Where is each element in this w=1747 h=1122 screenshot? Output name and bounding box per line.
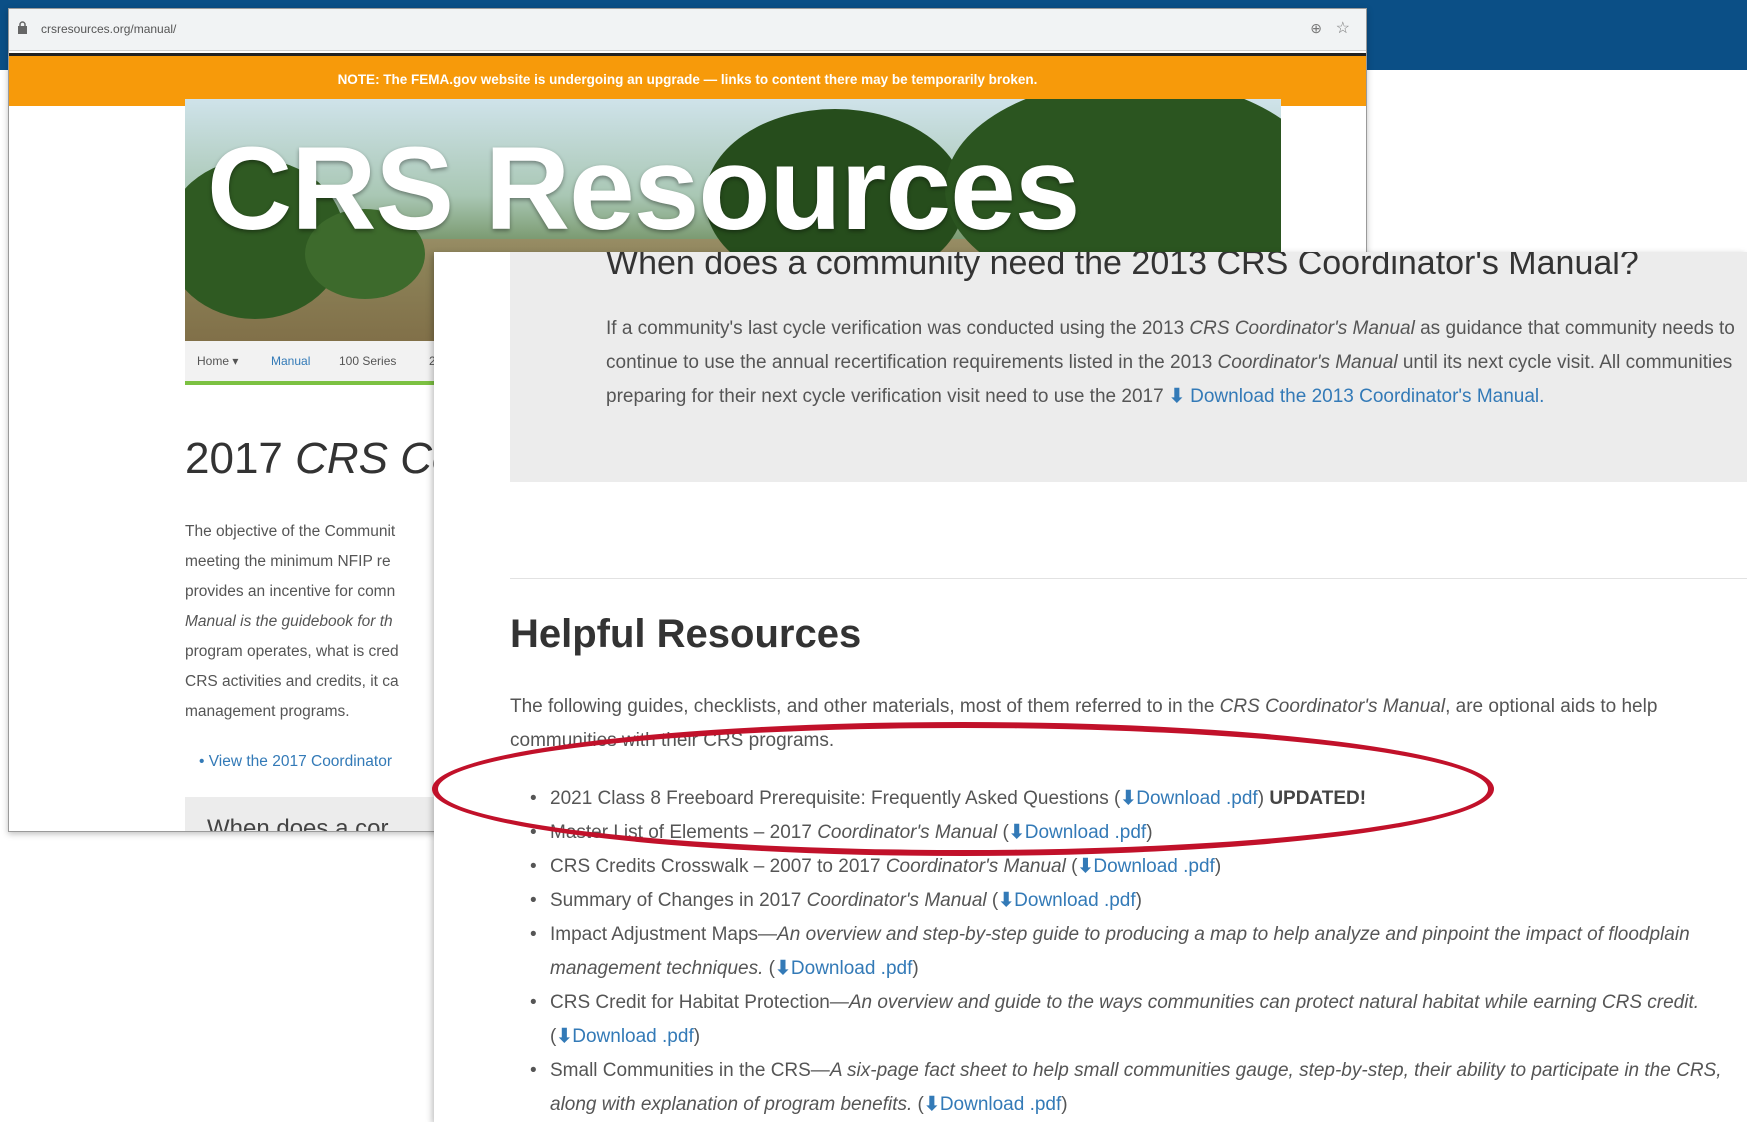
helpful-resources-heading: Helpful Resources: [510, 612, 862, 656]
nav-manual[interactable]: Manual: [271, 354, 310, 368]
callout-heading: When does a community need the 2013 CRS …: [606, 252, 1639, 282]
download-icon: ⬇: [1168, 386, 1185, 407]
download-icon: ⬇: [556, 1026, 573, 1047]
address-bar[interactable]: crsresources.org/manual/ ⊕ ☆: [9, 9, 1366, 51]
nav-home[interactable]: Home ▾: [197, 354, 238, 368]
callout-paragraph: If a community's last cycle verification…: [606, 318, 1735, 407]
download-pdf-link[interactable]: ⬇Download .pdf: [1077, 856, 1214, 877]
intro-paragraph: The objective of the Communit meeting th…: [185, 523, 399, 720]
bookmark-star-icon[interactable]: ☆: [1336, 18, 1350, 38]
url-text[interactable]: crsresources.org/manual/: [41, 22, 176, 36]
manual-callout: When does a community need the 2013 CRS …: [510, 252, 1747, 482]
page-title: 2017 CRS Co: [185, 434, 457, 483]
divider: [510, 578, 1747, 579]
download-pdf-link[interactable]: ⬇Download .pdf: [998, 890, 1135, 911]
download-icon: ⬇: [1077, 856, 1094, 877]
list-item: Small Communities in the CRS—A six-page …: [522, 1054, 1747, 1122]
list-item: CRS Credits Crosswalk – 2007 to 2017 Coo…: [522, 850, 1747, 884]
list-item: Summary of Changes in 2017 Coordinator's…: [522, 884, 1747, 918]
view-2017-manual-link[interactable]: • View the 2017 Coordinator: [199, 753, 392, 771]
download-pdf-link[interactable]: ⬇Download .pdf: [775, 958, 912, 979]
hero-title: CRS Resources: [207, 123, 1080, 255]
lock-icon: [18, 21, 27, 34]
download-icon: ⬇: [774, 958, 791, 979]
download-icon: ⬇: [923, 1094, 940, 1115]
download-2013-manual-link[interactable]: ⬇ Download the 2013 Coordinator's Manual…: [1169, 386, 1545, 407]
download-pdf-link[interactable]: ⬇Download .pdf: [556, 1026, 693, 1047]
list-item: CRS Credit for Habitat Protection—An ove…: [522, 986, 1747, 1054]
download-pdf-link[interactable]: ⬇Download .pdf: [924, 1094, 1061, 1115]
nav-100-series[interactable]: 100 Series: [339, 354, 396, 368]
highlight-ellipse: [432, 722, 1494, 856]
list-item: Impact Adjustment Maps—An overview and s…: [522, 918, 1747, 986]
callout-stub-heading: When does a cor: [207, 815, 389, 832]
zoomed-content-panel: When does a community need the 2013 CRS …: [434, 252, 1747, 1122]
zoom-icon[interactable]: ⊕: [1310, 20, 1322, 37]
download-icon: ⬇: [998, 890, 1015, 911]
